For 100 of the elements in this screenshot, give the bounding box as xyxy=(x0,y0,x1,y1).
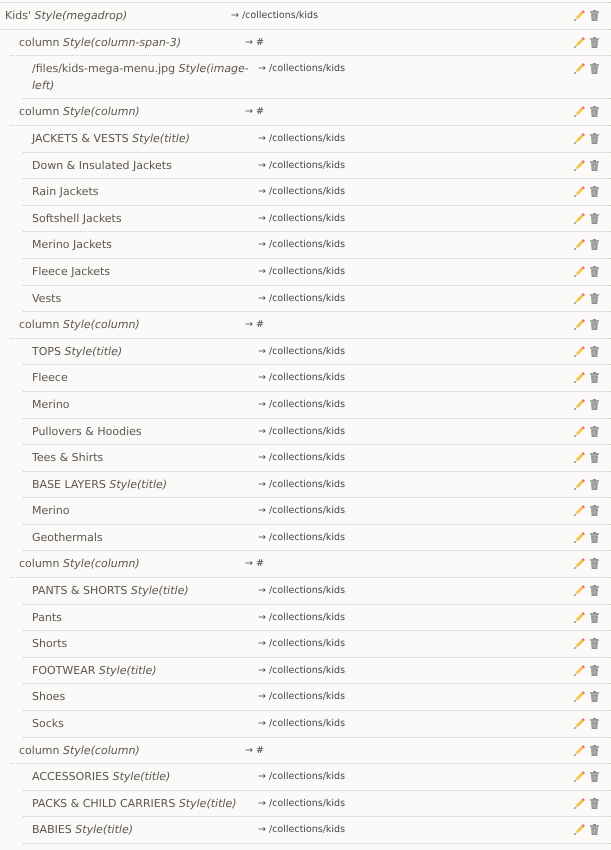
pencil-icon[interactable] xyxy=(574,372,585,384)
menu-item-label: Merino xyxy=(32,398,70,411)
pencil-icon[interactable] xyxy=(574,612,585,623)
link-path: → /collections/kids xyxy=(258,239,346,250)
menu-item-label: TOPS Style(title) xyxy=(32,344,122,358)
link-path: → /collections/kids xyxy=(258,771,346,782)
pencil-icon[interactable] xyxy=(574,10,585,21)
menu-item-label: BASE LAYERS Style(title) xyxy=(32,478,168,491)
link-path: → /collections/kids xyxy=(258,824,346,836)
menu-item-label: FOOTWEAR Style(title) xyxy=(32,664,157,677)
trash-icon[interactable] xyxy=(590,160,599,171)
menu-item-label: Fleece xyxy=(32,371,68,384)
trash-icon[interactable] xyxy=(590,824,599,836)
pencil-icon[interactable] xyxy=(574,319,585,330)
menu-item-label: Merino xyxy=(32,504,70,518)
menu-item-label: Rain Jackets xyxy=(32,185,98,198)
pencil-icon[interactable] xyxy=(574,824,585,836)
trash-icon[interactable] xyxy=(590,744,599,756)
trash-icon[interactable] xyxy=(590,478,599,490)
menu-item-label: column Style(column) xyxy=(19,744,140,757)
link-path: → /collections/kids xyxy=(258,798,346,809)
trash-icon[interactable] xyxy=(590,718,599,730)
pencil-icon[interactable] xyxy=(574,266,585,277)
pencil-icon[interactable] xyxy=(574,478,585,490)
menu-item-label: Softshell Jackets xyxy=(32,212,122,225)
trash-icon[interactable] xyxy=(590,186,599,198)
pencil-icon[interactable] xyxy=(574,239,585,250)
pencil-icon[interactable] xyxy=(574,346,585,357)
link-path: → /collections/kids xyxy=(258,212,346,224)
trash-icon[interactable] xyxy=(590,132,599,144)
link-path: → /collections/kids xyxy=(258,664,346,676)
link-path: → # xyxy=(245,36,264,48)
menu-item-label: BABIES Style(title) xyxy=(32,823,134,836)
pencil-icon[interactable] xyxy=(574,771,585,782)
pencil-icon[interactable] xyxy=(574,106,585,118)
trash-icon[interactable] xyxy=(590,10,599,21)
pencil-icon[interactable] xyxy=(574,585,585,596)
pencil-icon[interactable] xyxy=(574,292,585,304)
link-path: → /collections/kids xyxy=(258,132,346,144)
menu-item-label: Socks xyxy=(32,717,64,730)
trash-icon[interactable] xyxy=(590,532,599,543)
trash-icon[interactable] xyxy=(590,638,599,650)
trash-icon[interactable] xyxy=(590,585,599,596)
pencil-icon[interactable] xyxy=(574,426,585,436)
trash-icon[interactable] xyxy=(590,691,599,702)
pencil-icon[interactable] xyxy=(574,691,585,702)
link-path: → /collections/kids xyxy=(258,505,346,516)
pencil-icon[interactable] xyxy=(574,186,585,198)
trash-icon[interactable] xyxy=(590,372,599,384)
trash-icon[interactable] xyxy=(590,239,599,250)
trash-icon[interactable] xyxy=(590,36,599,48)
trash-icon[interactable] xyxy=(590,292,599,304)
link-path: → /collections/kids xyxy=(258,452,346,464)
menu-item-label: column Style(column) xyxy=(19,318,140,332)
link-path: → /collections/kids xyxy=(258,718,346,730)
trash-icon[interactable] xyxy=(590,346,599,357)
trash-icon[interactable] xyxy=(590,798,599,809)
link-path: → /collections/kids xyxy=(258,398,346,410)
trash-icon[interactable] xyxy=(590,664,599,676)
pencil-icon[interactable] xyxy=(574,532,585,543)
trash-icon[interactable] xyxy=(590,612,599,623)
link-path: → /collections/kids xyxy=(258,346,346,357)
menu-item-label: Tees & Shirts xyxy=(32,451,104,464)
link-path: → # xyxy=(245,558,264,570)
menu-item-label: column Style(column) xyxy=(19,557,140,570)
trash-icon[interactable] xyxy=(590,106,599,118)
link-path: → /collections/kids xyxy=(258,372,346,384)
pencil-icon[interactable] xyxy=(574,452,585,464)
link-path: → /collections/kids xyxy=(258,186,346,198)
pencil-icon[interactable] xyxy=(574,132,585,144)
menu-item-label: Shoes xyxy=(32,690,66,704)
pencil-icon[interactable] xyxy=(574,798,585,809)
trash-icon[interactable] xyxy=(590,505,599,516)
pencil-icon[interactable] xyxy=(574,212,585,224)
pencil-icon[interactable] xyxy=(574,505,585,516)
trash-icon[interactable] xyxy=(590,212,599,224)
pencil-icon[interactable] xyxy=(574,638,585,650)
pencil-icon[interactable] xyxy=(574,63,585,74)
trash-icon[interactable] xyxy=(590,63,599,74)
trash-icon[interactable] xyxy=(590,266,599,277)
pencil-icon[interactable] xyxy=(574,398,585,410)
trash-icon[interactable] xyxy=(590,452,599,464)
pencil-icon[interactable] xyxy=(574,664,585,676)
pencil-icon[interactable] xyxy=(574,558,585,570)
menu-item-label: column Style(column) xyxy=(19,105,140,118)
trash-icon[interactable] xyxy=(590,398,599,410)
menu-item-label: Shorts xyxy=(32,637,68,650)
link-path: → /collections/kids xyxy=(258,691,346,702)
menu-item-label: Fleece Jackets xyxy=(32,264,110,278)
pencil-icon[interactable] xyxy=(574,718,585,730)
pencil-icon[interactable] xyxy=(574,160,585,171)
trash-icon[interactable] xyxy=(590,426,599,436)
pencil-icon[interactable] xyxy=(574,744,585,756)
trash-icon[interactable] xyxy=(590,558,599,570)
trash-icon[interactable] xyxy=(590,771,599,782)
trash-icon[interactable] xyxy=(590,319,599,330)
menu-item-label: PACKS & CHILD CARRIERS Style(title) xyxy=(32,796,237,810)
link-path: → /collections/kids xyxy=(258,638,346,650)
pencil-icon[interactable] xyxy=(574,36,585,48)
link-path: → /collections/kids xyxy=(258,160,346,171)
